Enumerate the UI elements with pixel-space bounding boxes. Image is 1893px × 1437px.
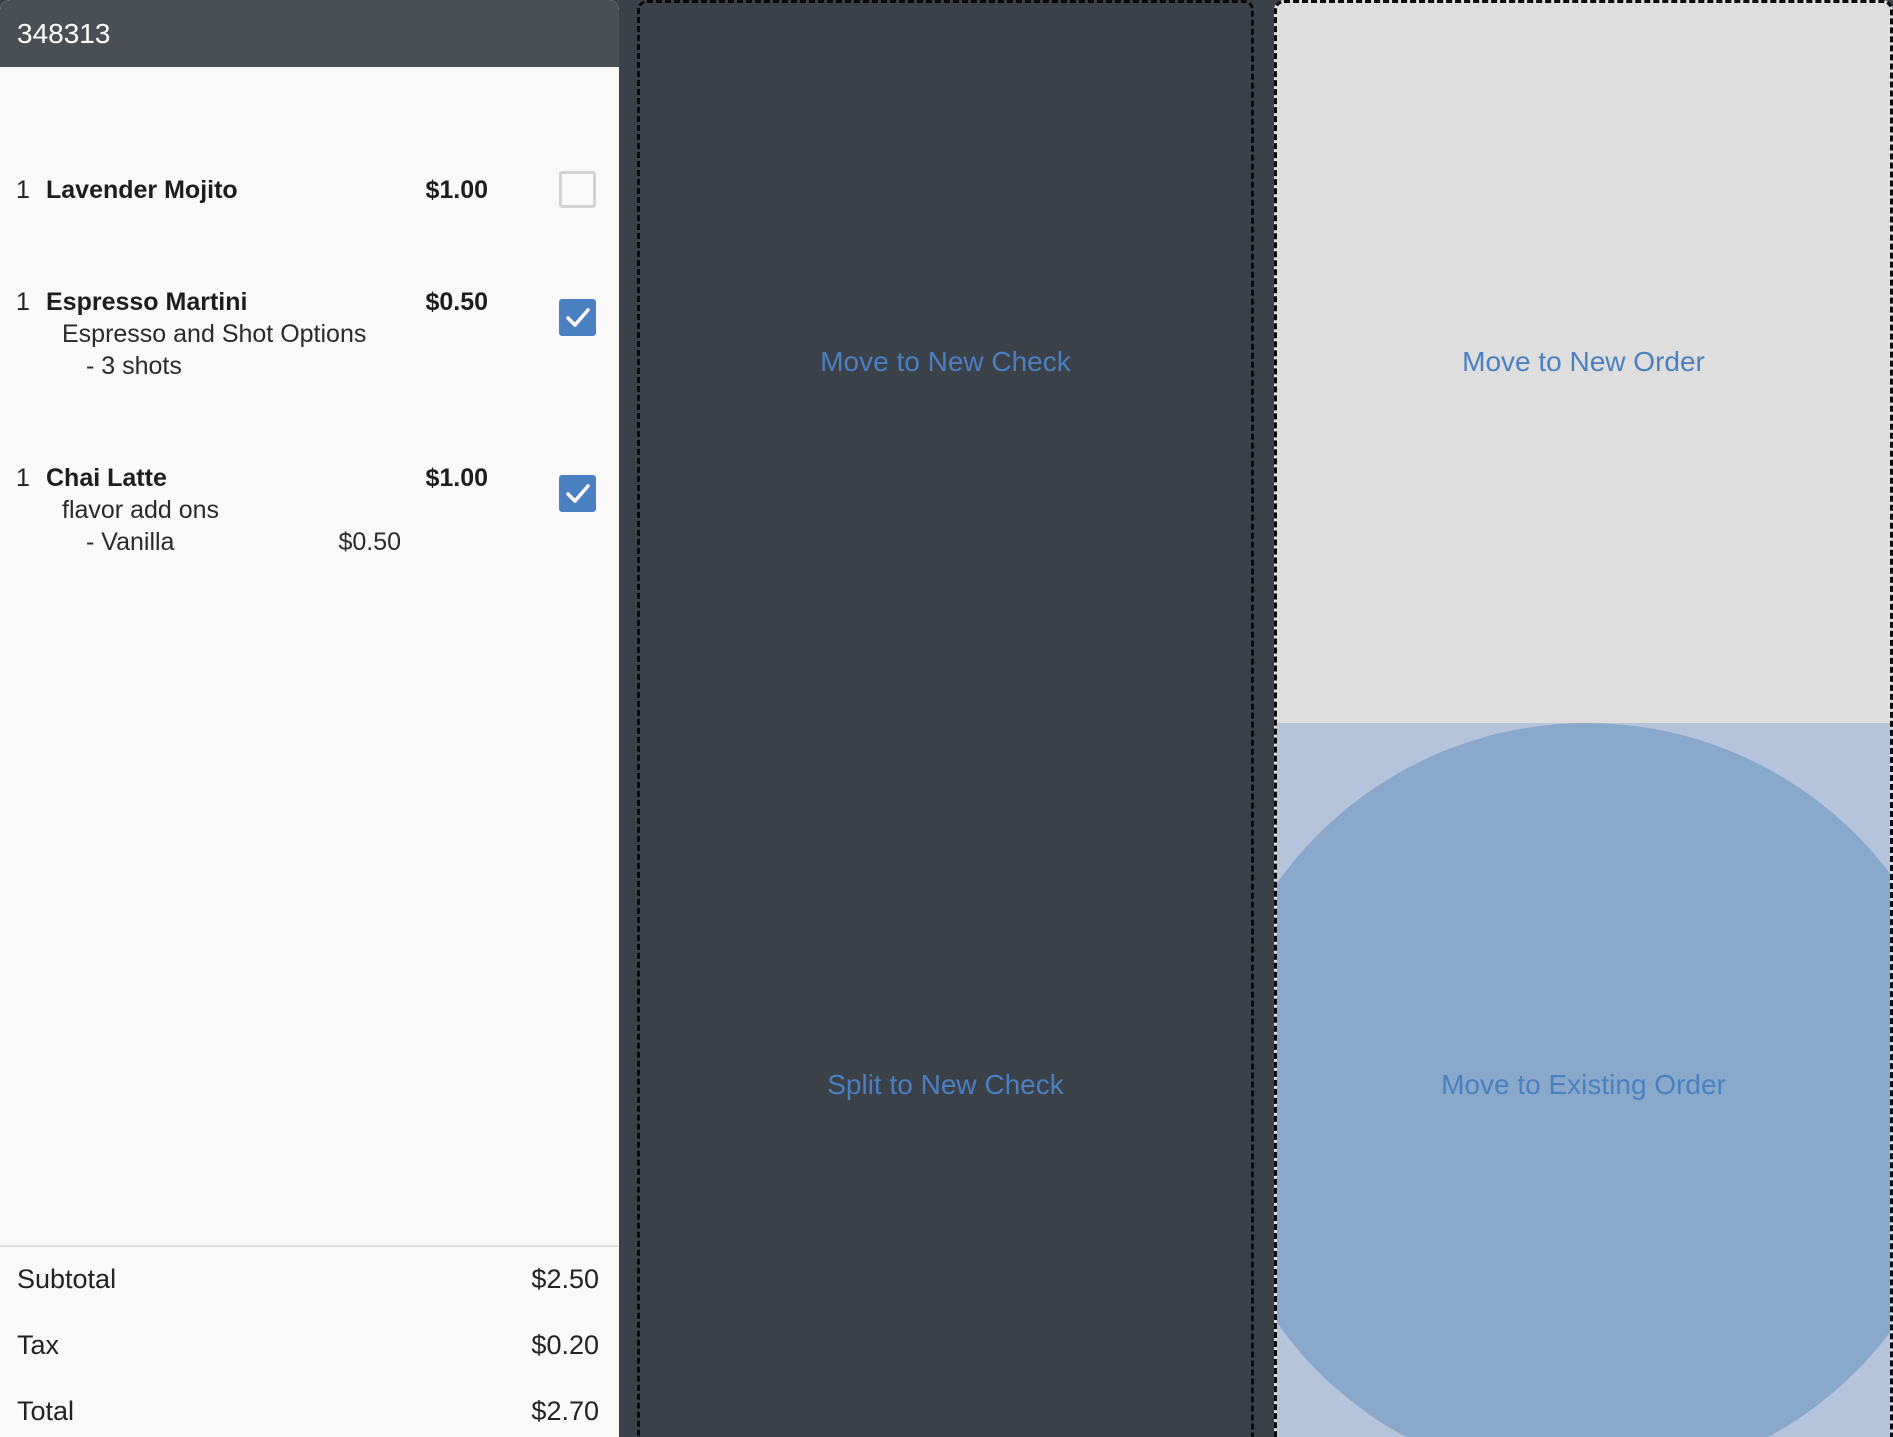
item-name: Espresso Martini (46, 288, 248, 316)
tax-value: $0.20 (531, 1330, 599, 1360)
item-quantity: 1 (16, 288, 30, 316)
modifier-group: Espresso and Shot Options (62, 320, 367, 348)
checkmark-icon (566, 484, 590, 503)
subtotal-value: $2.50 (531, 1264, 599, 1294)
modifier-option: - Vanilla (86, 528, 175, 556)
new-check-drop-zone[interactable]: Move to New Check Split to New Check (637, 0, 1254, 1437)
modifier-option: - 3 shots (86, 352, 182, 380)
modifier-group: flavor add ons (62, 496, 220, 524)
item-quantity: 1 (16, 464, 30, 492)
move-to-new-check-button[interactable]: Move to New Check (640, 346, 1251, 378)
move-to-existing-order-button[interactable]: Move to Existing Order (1277, 1069, 1890, 1101)
total-label: Total (17, 1396, 75, 1426)
order-totals: Subtotal $2.50 Tax $0.20 Total $2.70 (0, 1245, 619, 1437)
item-select-checkbox[interactable] (559, 171, 596, 208)
check-actions-column: Move to New Check Split to New Check (619, 0, 1274, 1437)
order-number: 348313 (0, 0, 619, 67)
move-to-new-order-button[interactable]: Move to New Order (1277, 346, 1890, 378)
subtotal-label: Subtotal (17, 1264, 117, 1294)
item-name: Lavender Mojito (46, 176, 238, 204)
modifier-price: $0.50 (338, 528, 401, 556)
split-order-screen: 348313 1 Lavender Mojito $1.00 1 Espress… (0, 0, 1893, 1437)
item-price: $1.00 (425, 176, 488, 204)
split-to-new-check-button[interactable]: Split to New Check (640, 1069, 1251, 1101)
tax-label: Tax (17, 1330, 60, 1360)
checkmark-icon (566, 308, 590, 327)
order-actions-drop-zone[interactable]: Move to New Order Move to Existing Order (1274, 0, 1893, 1437)
item-quantity: 1 (16, 176, 30, 204)
total-value: $2.70 (531, 1396, 599, 1426)
item-name: Chai Latte (46, 464, 167, 492)
item-select-checkbox[interactable] (559, 299, 596, 336)
order-ticket-panel: 348313 1 Lavender Mojito $1.00 1 Espress… (0, 0, 619, 1437)
item-select-checkbox[interactable] (559, 475, 596, 512)
item-price: $0.50 (425, 288, 488, 316)
move-to-existing-order-zone[interactable]: Move to Existing Order (1277, 723, 1890, 1437)
item-price: $1.00 (425, 464, 488, 492)
